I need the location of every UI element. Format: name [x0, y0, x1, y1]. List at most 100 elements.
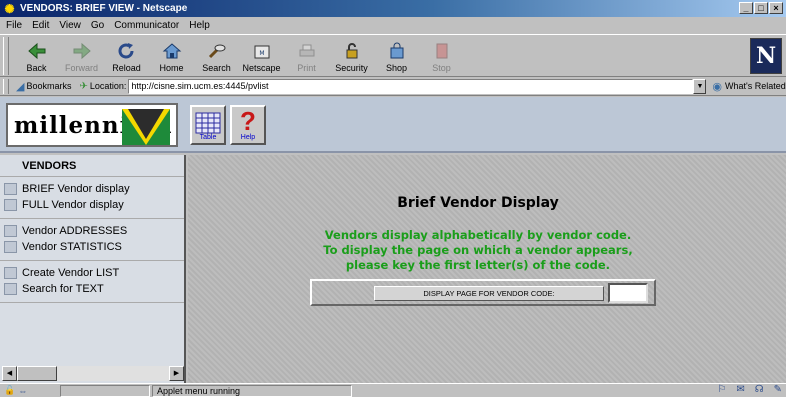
sidebar-item-addresses[interactable]: Vendor ADDRESSES: [0, 223, 184, 239]
discussions-icon[interactable]: ☊: [755, 384, 764, 395]
menu-go[interactable]: Go: [91, 20, 104, 31]
location-page-icon: ✈: [79, 80, 88, 92]
stop-button[interactable]: Stop: [419, 36, 464, 76]
bullet-box-icon: [4, 183, 17, 195]
sidebar-item-label: Create Vendor LIST: [22, 267, 120, 279]
sidebar-item-statistics[interactable]: Vendor STATISTICS: [0, 239, 184, 255]
forward-button[interactable]: Forward: [59, 36, 104, 76]
netscape-label: Netscape: [242, 63, 281, 73]
back-button[interactable]: Back: [14, 36, 59, 76]
location-label: Location:: [89, 81, 127, 91]
sidebar-group-display: BRIEF Vendor display FULL Vendor display: [0, 177, 184, 219]
security-button[interactable]: Security: [329, 36, 374, 76]
main-panel: Brief Vendor Display Vendors display alp…: [188, 155, 786, 383]
window-title-bar: ✺ VENDORS: BRIEF VIEW - Netscape _ □ ×: [0, 0, 786, 17]
home-button[interactable]: Home: [149, 36, 194, 76]
instruction-line: Vendors display alphabetically by vendor…: [324, 228, 632, 242]
sidebar-item-label: Search for TEXT: [22, 283, 104, 295]
component-bar: ⚐ ✉ ☊ ✎: [717, 384, 782, 395]
menu-bar: File Edit View Go Communicator Help: [0, 17, 786, 34]
bullet-box-icon: [4, 225, 17, 237]
help-label: Help: [240, 134, 256, 141]
sidebar-title: VENDORS: [0, 155, 184, 177]
millennium-header: millennium Table ? Help: [0, 97, 786, 153]
page-content: millennium Table ? Help VENDORS BRIEF Ve…: [0, 97, 786, 383]
table-label: Table: [199, 134, 217, 141]
forward-label: Forward: [64, 63, 98, 73]
bullet-box-icon: [4, 267, 17, 279]
instruction-line: To display the page on which a vendor ap…: [323, 243, 633, 257]
stop-label: Stop: [432, 63, 451, 73]
sidebar-item-create-list[interactable]: Create Vendor LIST: [0, 265, 184, 281]
whats-related-button[interactable]: What's Related: [725, 81, 786, 91]
sidebar-item-label: BRIEF Vendor display: [22, 183, 130, 195]
search-button[interactable]: Search: [194, 36, 239, 76]
scroll-right-button[interactable]: ▶: [169, 366, 184, 381]
status-text: Applet menu running: [152, 384, 352, 397]
toolbar-grip[interactable]: [3, 37, 9, 75]
navigation-toolbar: Back Forward Reload Home Search M Netsca…: [0, 34, 786, 77]
search-label: Search: [202, 63, 231, 73]
mail-icon[interactable]: ✉: [736, 384, 744, 395]
window-title: VENDORS: BRIEF VIEW - Netscape: [20, 3, 188, 14]
millennium-logo: millennium: [6, 103, 178, 147]
window-controls: _ □ ×: [739, 2, 783, 14]
sidebar-item-full-display[interactable]: FULL Vendor display: [0, 197, 184, 213]
composer-icon[interactable]: ✎: [774, 384, 782, 395]
menu-help[interactable]: Help: [189, 20, 210, 31]
scroll-thumb[interactable]: [17, 366, 57, 381]
bookmarks-button[interactable]: Bookmarks: [26, 81, 71, 91]
netscape-app-icon: ✺: [4, 1, 15, 16]
menu-file[interactable]: File: [6, 20, 22, 31]
shop-bag-icon: [387, 41, 407, 61]
sidebar-item-label: FULL Vendor display: [22, 199, 124, 211]
vendor-code-form: DISPLAY PAGE FOR VENDOR CODE:: [310, 279, 656, 306]
menu-communicator[interactable]: Communicator: [114, 20, 179, 31]
sidebar-item-brief-display[interactable]: BRIEF Vendor display: [0, 181, 184, 197]
shop-button[interactable]: Shop: [374, 36, 419, 76]
stop-icon: [432, 41, 452, 61]
display-page-button[interactable]: DISPLAY PAGE FOR VENDOR CODE:: [374, 286, 604, 301]
sidebar-item-search-text[interactable]: Search for TEXT: [0, 281, 184, 297]
bullet-box-icon: [4, 283, 17, 295]
scroll-left-button[interactable]: ◀: [2, 366, 17, 381]
sidebar: VENDORS BRIEF Vendor display FULL Vendor…: [0, 155, 186, 383]
logo-triangle-icon: [122, 109, 170, 145]
location-grip[interactable]: [3, 79, 9, 94]
search-icon: [207, 41, 227, 61]
help-question-icon: ?: [240, 106, 256, 136]
instructions-text: Vendors display alphabetically by vendor…: [188, 228, 768, 273]
help-button[interactable]: ? Help: [230, 105, 266, 145]
url-dropdown-button[interactable]: ▼: [693, 78, 707, 94]
url-input[interactable]: http://cisne.sim.ucm.es:4445/pvlist: [128, 78, 694, 94]
table-grid-icon: [195, 112, 221, 134]
menu-edit[interactable]: Edit: [32, 20, 49, 31]
sidebar-horizontal-scrollbar[interactable]: ◀ ▶: [2, 366, 184, 381]
reload-label: Reload: [112, 63, 141, 73]
close-button[interactable]: ×: [769, 2, 783, 14]
netscape-logo[interactable]: N: [750, 38, 782, 74]
scroll-track[interactable]: [57, 366, 169, 381]
bullet-box-icon: [4, 241, 17, 253]
progress-pane: [60, 384, 150, 397]
sidebar-group-tools: Create Vendor LIST Search for TEXT: [0, 261, 184, 303]
table-button[interactable]: Table: [190, 105, 226, 145]
minimize-button[interactable]: _: [739, 2, 753, 14]
sidebar-group-info: Vendor ADDRESSES Vendor STATISTICS: [0, 219, 184, 261]
reload-icon: [117, 41, 137, 61]
online-status-icon[interactable]: ⇔: [18, 386, 27, 396]
print-button[interactable]: Print: [284, 36, 329, 76]
security-status-icon[interactable]: 🔓: [4, 385, 15, 396]
bookmarks-icon: ◢: [16, 80, 25, 93]
maximize-button[interactable]: □: [754, 2, 768, 14]
netscape-button[interactable]: M Netscape: [239, 36, 284, 76]
status-icons: 🔓 ⇔: [0, 385, 60, 396]
reload-button[interactable]: Reload: [104, 36, 149, 76]
vendor-code-input[interactable]: [608, 283, 648, 303]
whats-related-icon: ◉: [712, 80, 723, 93]
home-icon: [162, 41, 182, 61]
netscape-mail-icon: M: [252, 41, 272, 61]
menu-view[interactable]: View: [59, 20, 81, 31]
shop-label: Shop: [385, 63, 408, 73]
navigator-icon[interactable]: ⚐: [717, 384, 726, 395]
